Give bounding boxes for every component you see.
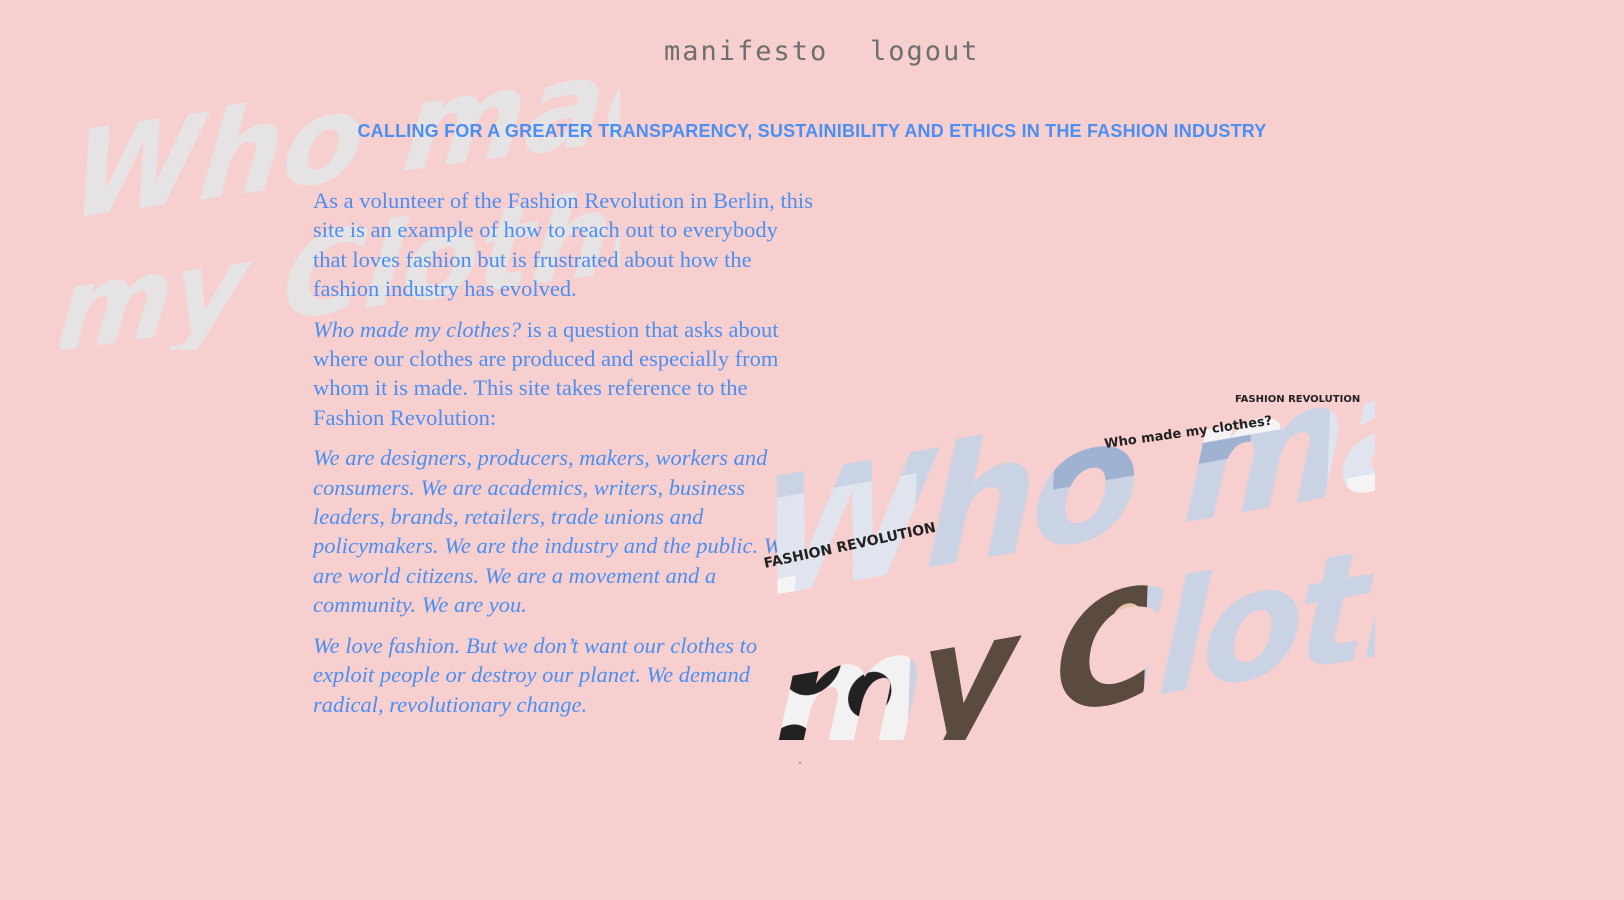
hero-badge-2: FASHION REVOLUTION: [1235, 394, 1360, 405]
quote-text-1: We are designers, producers, makers, wor…: [313, 445, 791, 618]
question-title: Who made my clothes?: [313, 316, 522, 342]
hero-logo-image: Who made? my Clothes? FASHION REVOLUTION…: [754, 330, 1375, 740]
quote-text-2: We love fashion. But we don’t want our c…: [313, 632, 758, 717]
nav-link-manifesto[interactable]: manifesto: [664, 36, 828, 67]
page-tagline: CALLING FOR A GREATER TRANSPARENCY, SUST…: [357, 121, 1267, 141]
decorative-dot: [799, 762, 801, 764]
nav-link-logout[interactable]: logout: [870, 36, 980, 67]
intro-paragraph: As a volunteer of the Fashion Revolution…: [313, 188, 813, 302]
